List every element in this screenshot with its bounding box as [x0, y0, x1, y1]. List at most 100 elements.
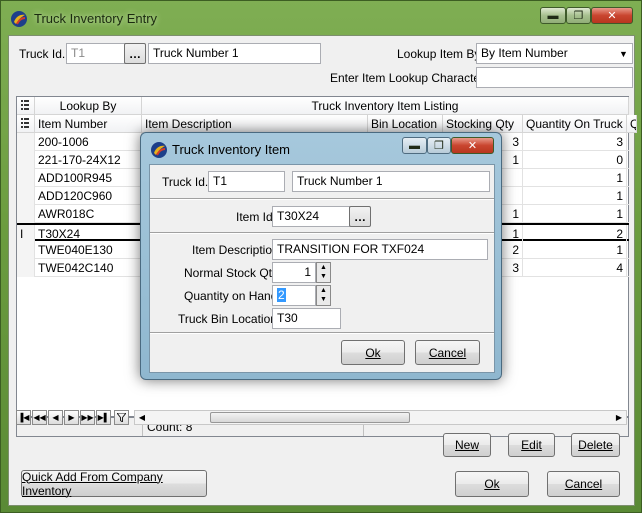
dialog-close-button[interactable]: ✕ — [451, 137, 494, 154]
delete-button[interactable]: Delete — [571, 433, 620, 457]
normal-stock-spinner[interactable]: ▲ ▼ — [316, 262, 331, 283]
window-title: Truck Inventory Entry — [34, 11, 158, 26]
truck-lookup-button[interactable]: … — [124, 43, 146, 64]
qty-on-hand-selected-text: 2 — [277, 288, 286, 302]
truck-inventory-item-dialog: Truck Inventory Item ▬ ❐ ✕ Truck Id. T1 … — [140, 132, 502, 380]
dialog-item-id-field[interactable]: T30X24 — [272, 206, 350, 227]
dialog-bin-location-label: Truck Bin Location — [178, 312, 277, 326]
cell-item-number[interactable]: ADD120C960 — [35, 187, 142, 205]
col-header-q[interactable]: Q — [627, 115, 637, 133]
filter-icon[interactable] — [114, 410, 129, 425]
scrollbar-thumb[interactable] — [210, 412, 410, 423]
col-header-bin-location[interactable]: Bin Location — [368, 115, 443, 133]
cell-quantity-on-truck[interactable]: 0 — [523, 151, 627, 169]
restore-icon: ❐ — [573, 10, 584, 22]
dialog-client-area: Truck Id. T1 Truck Number 1 Item Id T30X… — [149, 164, 495, 373]
dialog-normal-stock-label: Normal Stock Qty — [184, 266, 279, 280]
qty-on-hand-spinner[interactable]: ▲ ▼ — [316, 285, 331, 306]
row-indicator[interactable] — [17, 259, 35, 277]
grid-menu-icon[interactable] — [17, 97, 35, 115]
cell-item-number[interactable]: TWE042C140 — [35, 259, 142, 277]
dialog-description-field[interactable]: TRANSITION FOR TXF024 — [272, 239, 488, 260]
dialog-logo-icon — [151, 142, 167, 158]
previous-record-icon[interactable]: ◀ — [48, 410, 63, 425]
cell-item-number[interactable]: 221-170-24X12 — [35, 151, 142, 169]
spin-down-icon[interactable]: ▼ — [317, 272, 330, 281]
dialog-ok-button[interactable]: Ok — [341, 340, 405, 365]
minimize-button[interactable]: ▬ — [540, 7, 566, 24]
col-header-stocking-qty[interactable]: Stocking Qty — [443, 115, 523, 133]
col-header-item-description[interactable]: Item Description — [142, 115, 368, 133]
first-record-icon[interactable]: ▐◀ — [16, 410, 31, 425]
cancel-button[interactable]: Cancel — [547, 471, 620, 497]
truck-id-field[interactable]: T1 — [66, 43, 132, 64]
quick-add-button[interactable]: Quick Add From Company Inventory — [21, 470, 207, 498]
row-indicator[interactable] — [17, 187, 35, 205]
navigator-bar: ▐◀ ◀◀ ◀ ▶ ▶▶ ▶▌ ◀ ▶ — [16, 408, 629, 427]
dialog-minimize-button[interactable]: ▬ — [402, 137, 427, 154]
scroll-left-icon[interactable]: ◀ — [135, 411, 149, 424]
app-logo-icon — [11, 11, 27, 27]
lookup-characters-input[interactable] — [476, 67, 633, 88]
dialog-separator — [150, 198, 494, 200]
cell-quantity-on-truck[interactable]: 1 — [523, 205, 627, 223]
row-header-corner-icon — [17, 115, 35, 133]
dialog-cancel-button[interactable]: Cancel — [415, 340, 480, 365]
band-lookup-by: Lookup By — [35, 97, 142, 115]
truck-name-field[interactable]: Truck Number 1 — [148, 43, 321, 64]
scroll-right-icon[interactable]: ▶ — [612, 411, 626, 424]
row-indicator[interactable] — [17, 205, 35, 223]
cell-item-number[interactable]: TWE040E130 — [35, 241, 142, 259]
ellipsis-icon: … — [354, 209, 366, 224]
row-indicator[interactable] — [17, 133, 35, 151]
cell-quantity-on-truck[interactable]: 4 — [523, 259, 627, 277]
ellipsis-icon: … — [129, 46, 141, 61]
dialog-separator — [150, 332, 494, 334]
close-button[interactable]: ✕ — [591, 7, 633, 24]
chevron-down-icon: ▼ — [619, 48, 628, 59]
dialog-truck-name-field[interactable]: Truck Number 1 — [292, 171, 490, 192]
next-record-icon[interactable]: ▶ — [64, 410, 79, 425]
title-bar[interactable]: Truck Inventory Entry ▬ ❐ ✕ — [1, 1, 641, 35]
ok-button[interactable]: Ok — [455, 471, 529, 497]
cell-quantity-on-truck[interactable]: 1 — [523, 169, 627, 187]
dialog-bin-location-field[interactable]: T30 — [272, 308, 341, 329]
new-button[interactable]: New — [443, 433, 491, 457]
dialog-normal-stock-field[interactable]: 1 — [272, 262, 316, 283]
dialog-restore-button[interactable]: ❐ — [427, 137, 451, 154]
col-header-item-number[interactable]: Item Number — [35, 115, 142, 133]
cell-item-number[interactable]: AWR018C — [35, 205, 142, 223]
spin-up-icon[interactable]: ▲ — [317, 263, 330, 272]
dialog-qty-on-hand-label: Quantity on Hand — [184, 289, 278, 303]
cell-item-number[interactable]: ADD100R945 — [35, 169, 142, 187]
cell-quantity-on-truck[interactable]: 3 — [523, 133, 627, 151]
row-indicator[interactable] — [17, 241, 35, 259]
cell-quantity-on-truck[interactable]: 1 — [523, 187, 627, 205]
horizontal-scrollbar[interactable]: ◀ ▶ — [134, 410, 627, 425]
spin-up-icon[interactable]: ▲ — [317, 286, 330, 295]
band-item-listing: Truck Inventory Item Listing — [142, 97, 629, 115]
close-icon: ✕ — [607, 10, 617, 22]
lookup-item-by-value: By Item Number — [481, 46, 568, 60]
close-icon: ✕ — [467, 140, 478, 152]
last-record-icon[interactable]: ▶▌ — [96, 410, 111, 425]
truck-id-label: Truck Id. — [19, 47, 66, 61]
dialog-item-lookup-button[interactable]: … — [349, 206, 371, 227]
row-indicator[interactable] — [17, 151, 35, 169]
dialog-title: Truck Inventory Item — [172, 142, 290, 157]
dialog-truck-id-field[interactable]: T1 — [208, 171, 285, 192]
dialog-qty-on-hand-field[interactable]: 2 — [272, 285, 316, 306]
minimize-icon: ▬ — [409, 139, 420, 152]
next-page-icon[interactable]: ▶▶ — [80, 410, 95, 425]
edit-button[interactable]: Edit — [508, 433, 555, 457]
row-indicator[interactable] — [17, 169, 35, 187]
restore-button[interactable]: ❐ — [566, 7, 591, 24]
lookup-item-by-select[interactable]: By Item Number ▼ — [476, 43, 633, 64]
minimize-icon: ▬ — [547, 9, 559, 22]
cell-item-number[interactable]: 200-1006 — [35, 133, 142, 151]
previous-page-icon[interactable]: ◀◀ — [32, 410, 47, 425]
enter-lookup-label: Enter Item Lookup Characters — [330, 71, 491, 85]
col-header-quantity-on-truck[interactable]: Quantity On Truck — [523, 115, 627, 133]
spin-down-icon[interactable]: ▼ — [317, 295, 330, 304]
cell-quantity-on-truck[interactable]: 1 — [523, 241, 627, 259]
